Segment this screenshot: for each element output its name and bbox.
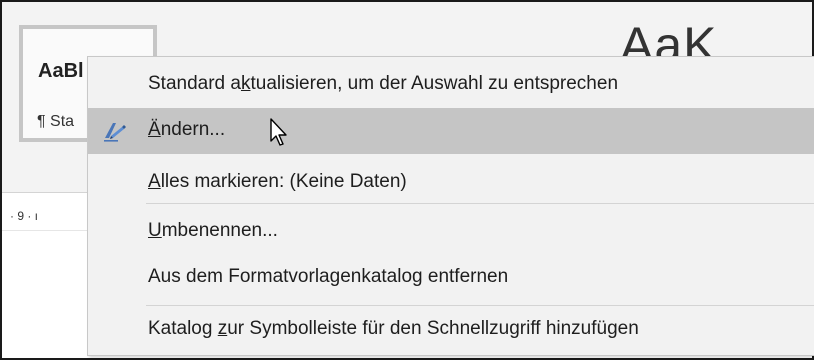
edit-style-pen-icon [104,123,126,142]
menu-item-label: Ändern... [148,119,226,140]
style-context-menu: Standard aktualisieren, um der Auswahl z… [87,56,814,356]
menu-item-label: Umbenennen... [148,220,278,241]
menu-item-label: Katalog zur Symbolleiste für den Schnell… [148,318,639,339]
style-tile-name: ¶ Sta [37,113,75,130]
menu-separator [146,203,814,204]
mouse-pointer-icon [270,118,287,146]
menu-item-modify[interactable]: Ändern... [88,108,814,154]
ruler-marks: · 9 · ı [10,209,39,223]
style-tile-sample-text: AaBl [38,60,84,82]
menu-separator [146,305,814,306]
menu-item-label: Alles markieren: (Keine Daten) [148,171,407,192]
menu-item-add-to-quick-access[interactable]: Katalog zur Symbolleiste für den Schnell… [88,307,814,353]
menu-item-label: Standard aktualisieren, um der Auswahl z… [148,73,619,94]
menu-item-remove-from-gallery[interactable]: Aus dem Formatvorlagenkatalog entfernen [88,255,814,301]
menu-item-update-style[interactable]: Standard aktualisieren, um der Auswahl z… [88,62,814,108]
menu-item-select-all[interactable]: Alles markieren: (Keine Daten) [88,160,814,206]
menu-item-label: Aus dem Formatvorlagenkatalog entfernen [148,266,509,287]
menu-item-rename[interactable]: Umbenennen... [88,209,814,255]
